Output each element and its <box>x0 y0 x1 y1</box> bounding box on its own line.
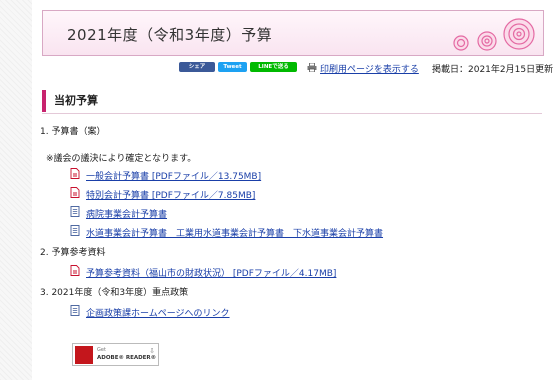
page-title-box: 2021年度（令和3年度）予算 <box>42 10 544 56</box>
tweet-button[interactable]: Tweet <box>218 62 247 72</box>
special-account-budget-link[interactable]: 特別会計予算書 [PDFファイル／7.85MB] <box>86 188 255 201</box>
rose-decoration-icon <box>453 18 535 51</box>
published-date: 掲載日：2021年2月15日更新 <box>432 65 554 75</box>
tweet-label: Tweet <box>223 64 242 70</box>
water-sewer-budget-link[interactable]: 水道事業会計予算書 工業用水道事業会計予算書 下水道事業会計予算書 <box>86 226 383 239</box>
pdf-icon <box>70 168 80 179</box>
planning-division-link[interactable]: 企画政策課ホームページへのリンク <box>86 306 230 319</box>
print-page-link[interactable]: 印刷用ページを表示する <box>320 62 419 75</box>
pdf-icon <box>70 187 80 198</box>
section-divider <box>42 113 542 114</box>
page-icon <box>70 206 80 217</box>
page-title: 2021年度（令和3年度）予算 <box>67 26 273 44</box>
line-share-label: LINEで送る <box>258 64 289 70</box>
list-item-budget: 1. 予算書（案） <box>40 127 106 137</box>
reader-get-text: Get <box>97 347 106 353</box>
line-share-button[interactable]: LINEで送る <box>250 62 297 72</box>
note-text: ※議会の議決により確定となります。 <box>46 154 197 164</box>
download-arrow-icon: ⇩ <box>149 347 155 355</box>
page-content: 2021年度（令和3年度）予算 シェア Tweet LINEで送る 印刷用ページ… <box>32 0 554 380</box>
page-icon <box>70 225 80 236</box>
budget-reference-link[interactable]: 予算参考資料（福山市の財政状況） [PDFファイル／4.17MB] <box>86 266 336 279</box>
list-item-reference: 2. 予算参考資料 <box>40 248 106 258</box>
facebook-share-label: シェア <box>188 64 206 70</box>
adobe-reader-button[interactable]: Get ADOBE® READER® ⇩ <box>72 343 159 366</box>
facebook-share-button[interactable]: シェア <box>179 62 215 72</box>
reader-brand-text: ADOBE® READER® <box>97 355 157 361</box>
printer-icon <box>307 63 317 72</box>
share-row: シェア Tweet LINEで送る 印刷用ページを表示する 掲載日：2021年2… <box>32 62 554 76</box>
hospital-budget-link[interactable]: 病院事業会計予算書 <box>86 207 167 220</box>
pdf-icon <box>70 265 80 276</box>
page-icon <box>70 305 80 316</box>
adobe-reader-logo-icon <box>75 346 93 364</box>
general-account-budget-link[interactable]: 一般会計予算書 [PDFファイル／13.75MB] <box>86 169 261 182</box>
section-heading: 当初予算 <box>42 90 542 112</box>
list-item-priority: 3. 2021年度（令和3年度）重点政策 <box>40 288 189 298</box>
